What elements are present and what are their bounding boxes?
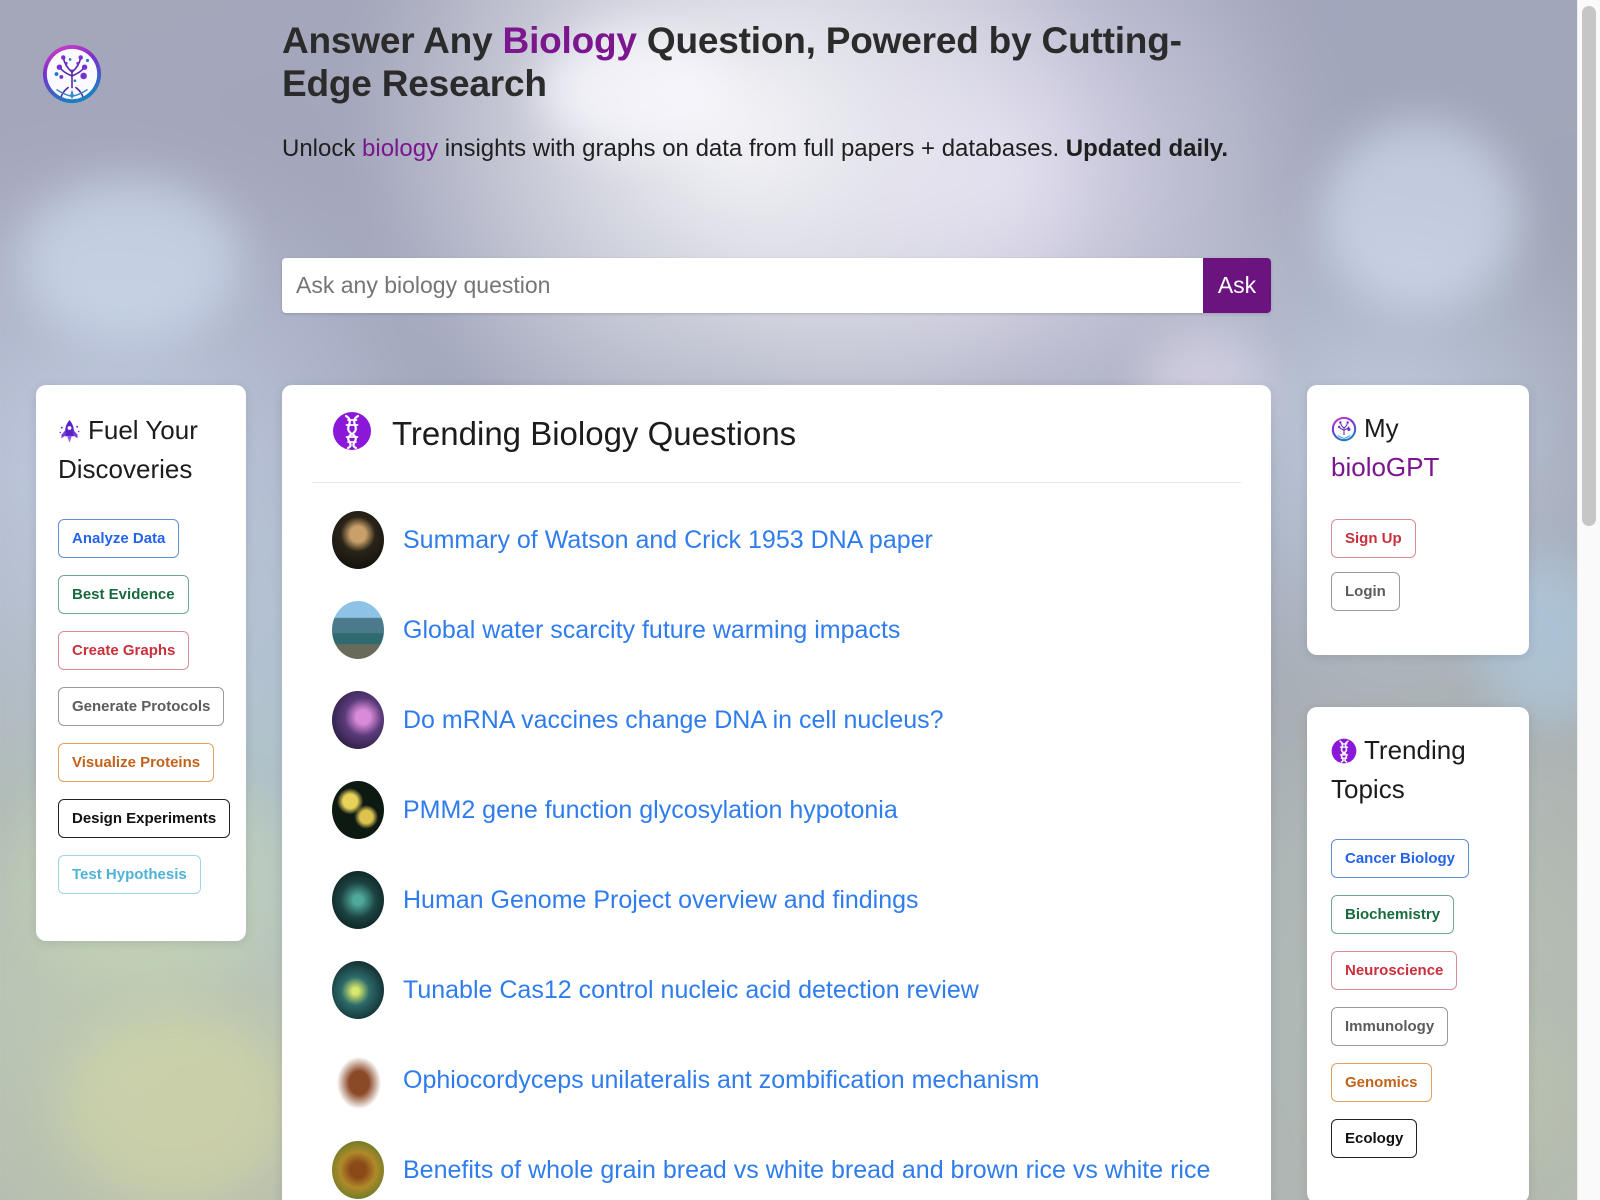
dna-model-thumbnail [332,511,384,569]
dna-helix-icon [332,411,372,456]
canyon-river-thumbnail [332,601,384,659]
page-subtitle: Unlock biology insights with graphs on d… [282,133,1262,165]
tree-of-life-logo[interactable] [41,43,103,105]
topics-list: Cancer Biology Biochemistry Neuroscience… [1331,838,1505,1175]
topic-neuroscience[interactable]: Neuroscience [1331,950,1458,990]
question-row[interactable]: Do mRNA vaccines change DNA in cell nucl… [310,675,1243,765]
topic-genomics[interactable]: Genomics [1331,1062,1432,1102]
create-graphs-button[interactable]: Create Graphs [58,630,190,670]
ask-button[interactable]: Ask [1203,258,1271,313]
hero-section: Answer Any Biology Question, Powered by … [282,20,1282,165]
topics-panel-title: Trending Topics [1331,733,1505,807]
question-row[interactable]: Summary of Watson and Crick 1953 DNA pap… [310,495,1243,585]
question-link[interactable]: Ophiocordyceps unilateralis ant zombific… [403,1065,1039,1095]
page-title: Answer Any Biology Question, Powered by … [282,20,1187,105]
question-row[interactable]: PMM2 gene function glycosylation hypoton… [310,765,1243,855]
page-subtitle-accent: biology [362,135,439,163]
divider [312,482,1241,483]
scrollbar-thumb[interactable] [1582,6,1596,526]
question-row[interactable]: Human Genome Project overview and findin… [310,855,1243,945]
login-button[interactable]: Login [1331,571,1400,611]
account-title-brand: bioloGPT [1331,452,1440,483]
question-link[interactable]: Do mRNA vaccines change DNA in cell nucl… [403,705,944,735]
question-link[interactable]: Benefits of whole grain bread vs white b… [403,1155,1210,1185]
question-link[interactable]: PMM2 gene function glycosylation hypoton… [403,795,898,825]
tree-of-life-logo [1331,416,1357,450]
page-subtitle-part1: Unlock [282,135,363,163]
trending-topics-panel: Trending Topics Cancer Biology Biochemis… [1307,707,1529,1200]
genome-network-thumbnail [332,871,384,929]
sign-up-button[interactable]: Sign Up [1331,518,1416,558]
page-subtitle-part2: insights with graphs on data from full p… [438,135,1066,163]
generate-protocols-button[interactable]: Generate Protocols [58,686,225,726]
test-hypothesis-button[interactable]: Test Hypothesis [58,854,201,894]
topic-biochemistry[interactable]: Biochemistry [1331,894,1455,934]
fuel-your-discoveries-panel: Fuel Your Discoveries Analyze Data Best … [36,385,246,941]
question-link[interactable]: Human Genome Project overview and findin… [403,885,919,915]
best-evidence-button[interactable]: Best Evidence [58,574,189,614]
question-row[interactable]: Benefits of whole grain bread vs white b… [310,1125,1243,1200]
trending-questions-title: Trending Biology Questions [392,414,797,452]
account-buttons: Sign Up Login [1331,518,1505,611]
page-title-part1: Answer Any [282,20,503,61]
dna-helix-icon [1331,738,1357,772]
fuel-buttons-list: Analyze Data Best Evidence Create Graphs… [58,518,231,911]
question-link[interactable]: Tunable Cas12 control nucleic acid detec… [403,975,979,1005]
zombie-ant-thumbnail [332,1051,384,1109]
design-experiments-button[interactable]: Design Experiments [58,798,231,838]
neuron-glow-thumbnail [332,961,384,1019]
search-bar[interactable]: Ask [282,258,1271,313]
account-title-prefix: My [1364,413,1399,443]
trending-questions-header: Trending Biology Questions [310,411,1243,456]
left-panel-title: Fuel Your Discoveries [58,413,224,487]
page-subtitle-strong: Updated daily. [1065,135,1229,163]
topic-cancer-biology[interactable]: Cancer Biology [1331,838,1470,878]
yellow-cells-thumbnail [332,781,384,839]
question-row[interactable]: Tunable Cas12 control nucleic acid detec… [310,945,1243,1035]
question-row[interactable]: Global water scarcity future warming imp… [310,585,1243,675]
topic-ecology[interactable]: Ecology [1331,1118,1418,1158]
question-link[interactable]: Global water scarcity future warming imp… [403,615,900,645]
visualize-proteins-button[interactable]: Visualize Proteins [58,742,215,782]
question-link[interactable]: Summary of Watson and Crick 1953 DNA pap… [403,525,933,555]
analyze-data-button[interactable]: Analyze Data [58,518,180,558]
page-title-accent: Biology [502,20,637,61]
vertical-scrollbar[interactable] [1577,0,1600,1200]
question-row[interactable]: Ophiocordyceps unilateralis ant zombific… [310,1035,1243,1125]
search-input[interactable] [282,258,1203,313]
topic-immunology[interactable]: Immunology [1331,1006,1449,1046]
my-account-panel: My bioloGPT Sign Up Login [1307,385,1529,655]
trending-questions-panel: Trending Biology Questions Summary of Wa… [282,385,1271,1200]
grain-seed-thumbnail [332,1141,384,1199]
mrna-helix-thumbnail [332,691,384,749]
account-panel-title: My bioloGPT [1331,411,1505,485]
rocket-icon [58,418,81,452]
